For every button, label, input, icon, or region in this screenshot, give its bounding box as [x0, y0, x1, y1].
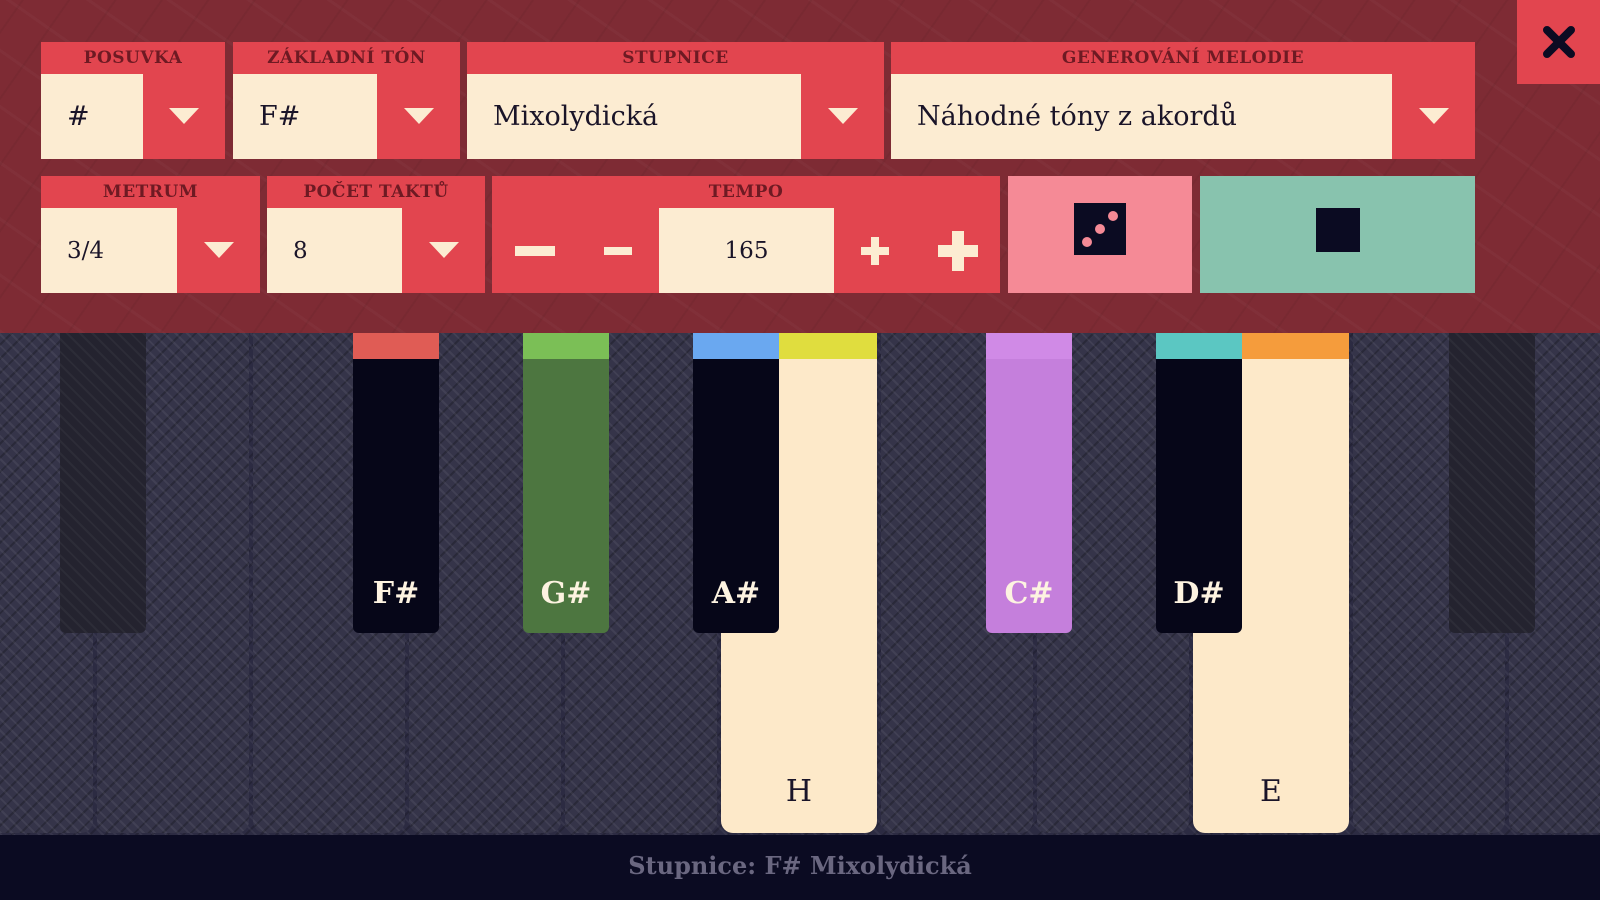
chevron-down-icon — [827, 107, 858, 124]
posuvka-label: POSUVKA — [83, 48, 183, 68]
piano-keyboard: H E F# G# A# C# D# — [0, 333, 1600, 835]
metrum-dropdown[interactable] — [177, 208, 260, 293]
key-f-sharp-label: F# — [372, 576, 420, 611]
tempo-increase-large-button[interactable] — [916, 208, 1000, 293]
randomize-button[interactable] — [1008, 176, 1192, 293]
zakladni-ton-dropdown[interactable] — [377, 74, 460, 159]
posuvka-value: # — [41, 74, 143, 159]
pocet-taktu-dropdown[interactable] — [402, 208, 485, 293]
pocet-taktu-value: 8 — [267, 208, 402, 293]
dice-icon — [1074, 202, 1126, 255]
metrum-label: METRUM — [102, 182, 199, 202]
zakladni-ton-select[interactable]: ZÁKLADNÍ TÓN F# — [233, 42, 460, 159]
key-c-sharp-label: C# — [1004, 576, 1054, 611]
stupnice-label: STUPNICE — [622, 48, 729, 68]
metrum-value: 3/4 — [41, 208, 177, 293]
tempo-decrease-large-button[interactable] — [492, 208, 577, 293]
chevron-down-icon — [403, 107, 434, 124]
generovani-melodie-label: GENEROVÁNÍ MELODIE — [1061, 48, 1305, 68]
key-a-sharp-color-bar — [693, 333, 779, 359]
generovani-melodie-value: Náhodné tóny z akordů — [891, 74, 1392, 159]
pocet-taktu-select[interactable]: POČET TAKTŮ 8 — [267, 176, 485, 293]
plus-icon — [861, 236, 889, 265]
key-f-sharp-color-bar — [353, 333, 439, 359]
key-d-sharp-color-bar — [1156, 333, 1242, 359]
key-a-sharp-label: A# — [711, 576, 761, 611]
posuvka-dropdown[interactable] — [143, 74, 225, 159]
black-key-f-sharp[interactable]: F# — [353, 333, 439, 633]
close-button[interactable] — [1517, 0, 1600, 84]
control-panel: POSUVKA # ZÁKLADNÍ TÓN F# STUPNICE Mixol… — [0, 0, 1600, 333]
metrum-select[interactable]: METRUM 3/4 — [41, 176, 260, 293]
key-e-color-bar — [1242, 333, 1349, 359]
zakladni-ton-value: F# — [233, 74, 377, 159]
chevron-down-icon — [428, 241, 459, 258]
minus-icon — [514, 245, 555, 256]
zakladni-ton-label: ZÁKLADNÍ TÓN — [267, 48, 426, 68]
tempo-control: TEMPO 165 — [492, 176, 1000, 293]
stupnice-select[interactable]: STUPNICE Mixolydická — [467, 42, 884, 159]
black-key[interactable] — [60, 333, 146, 633]
black-key-a-sharp[interactable]: A# — [693, 333, 779, 633]
key-h-label: H — [785, 774, 813, 809]
minus-icon — [604, 246, 632, 255]
tempo-label: TEMPO — [708, 182, 784, 202]
chevron-down-icon — [203, 241, 234, 258]
key-e-label: E — [1260, 774, 1282, 809]
black-key[interactable] — [1449, 333, 1535, 633]
generovani-melodie-dropdown[interactable] — [1392, 74, 1475, 159]
chevron-down-icon — [1418, 107, 1449, 124]
pocet-taktu-label: POČET TAKTŮ — [303, 182, 449, 202]
stop-icon — [1315, 207, 1360, 252]
black-key-d-sharp[interactable]: D# — [1156, 333, 1242, 633]
posuvka-select[interactable]: POSUVKA # — [41, 42, 225, 159]
key-c-sharp-color-bar — [986, 333, 1072, 359]
tempo-increase-button[interactable] — [834, 208, 916, 293]
close-icon — [1542, 26, 1575, 58]
tempo-value[interactable]: 165 — [659, 208, 834, 293]
scale-status: Stupnice: F# Mixolydická — [0, 835, 1600, 900]
black-key-c-sharp[interactable]: C# — [986, 333, 1072, 633]
key-d-sharp-label: D# — [1173, 576, 1225, 611]
key-h-color-bar — [779, 333, 877, 359]
generovani-melodie-select[interactable]: GENEROVÁNÍ MELODIE Náhodné tóny z akordů — [891, 42, 1475, 159]
stupnice-value: Mixolydická — [467, 74, 801, 159]
stop-button[interactable] — [1200, 176, 1475, 293]
plus-icon — [938, 230, 978, 271]
key-g-sharp-label: G# — [540, 576, 592, 611]
key-g-sharp-color-bar — [523, 333, 609, 359]
chevron-down-icon — [169, 107, 199, 124]
black-key-g-sharp[interactable]: G# — [523, 333, 609, 633]
tempo-decrease-button[interactable] — [577, 208, 659, 293]
stupnice-dropdown[interactable] — [801, 74, 884, 159]
